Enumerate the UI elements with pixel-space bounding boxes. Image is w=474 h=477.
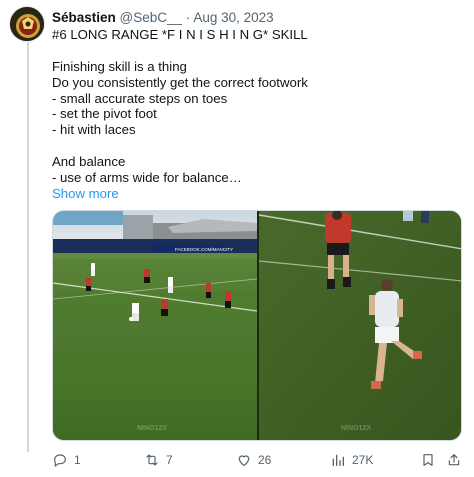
tweet-header: Sébastien @SebC__ · Aug 30, 2023 (52, 9, 462, 27)
share-button[interactable] (446, 450, 462, 470)
tweet-line: #6 LONG RANGE *F I N I S H I N G* SKILL (52, 27, 308, 42)
repost-icon (146, 454, 158, 466)
tweet-line: Finishing skill is a thing (52, 58, 187, 74)
share-icon (448, 454, 460, 466)
bookmark-icon (423, 454, 433, 466)
left-video-clip: FACEBOOK.COM/MANCITY NINO12X (53, 211, 258, 440)
ad-banner-text: FACEBOOK.COM/MANCITY (175, 247, 233, 252)
tweet-video-media[interactable]: FACEBOOK.COM/MANCITY NINO12X NINO12X (52, 210, 462, 441)
left-watermark: NINO12X (137, 425, 167, 432)
tweet-line: Do you consistently get the correct foot… (52, 74, 308, 90)
tweet-text: #6 LONG RANGE *F I N I S H I N G* SKILL … (52, 27, 462, 202)
tweet-line: - use of arms wide for balance… (52, 170, 242, 186)
avatar-image (10, 7, 44, 41)
repost-count: 7 (166, 453, 173, 467)
like-button[interactable]: 26 (236, 450, 271, 470)
reply-count: 1 (74, 453, 81, 467)
reply-icon (54, 454, 66, 467)
show-more-link[interactable]: Show more (52, 186, 462, 202)
author-handle[interactable]: @SebC__ (120, 10, 183, 25)
like-count: 26 (258, 453, 272, 467)
author-name[interactable]: Sébastien (52, 10, 116, 25)
right-video-clip: NINO12X (258, 211, 461, 440)
reply-button[interactable]: 1 (52, 450, 81, 470)
views-count: 27K (352, 453, 374, 467)
tweet-line: - set the pivot foot (52, 106, 157, 122)
tweet-line: - small accurate steps on toes (52, 90, 228, 106)
tweet-line: - hit with laces (52, 122, 136, 138)
tweet-line: And balance (52, 154, 126, 170)
tweet-date[interactable]: Aug 30, 2023 (193, 10, 273, 25)
avatar[interactable] (9, 6, 45, 42)
thread-connector-line (27, 42, 29, 452)
header-separator: · (185, 10, 191, 25)
views-chart-icon (332, 454, 344, 466)
heart-icon (238, 455, 250, 466)
tweet-actions: 1 7 26 27K (52, 450, 462, 470)
views-button[interactable]: 27K (330, 450, 373, 470)
video-frame: FACEBOOK.COM/MANCITY NINO12X NINO12X (53, 211, 461, 440)
repost-button[interactable]: 7 (144, 450, 173, 470)
bookmark-button[interactable] (420, 450, 436, 470)
right-watermark: NINO12X (341, 425, 371, 432)
